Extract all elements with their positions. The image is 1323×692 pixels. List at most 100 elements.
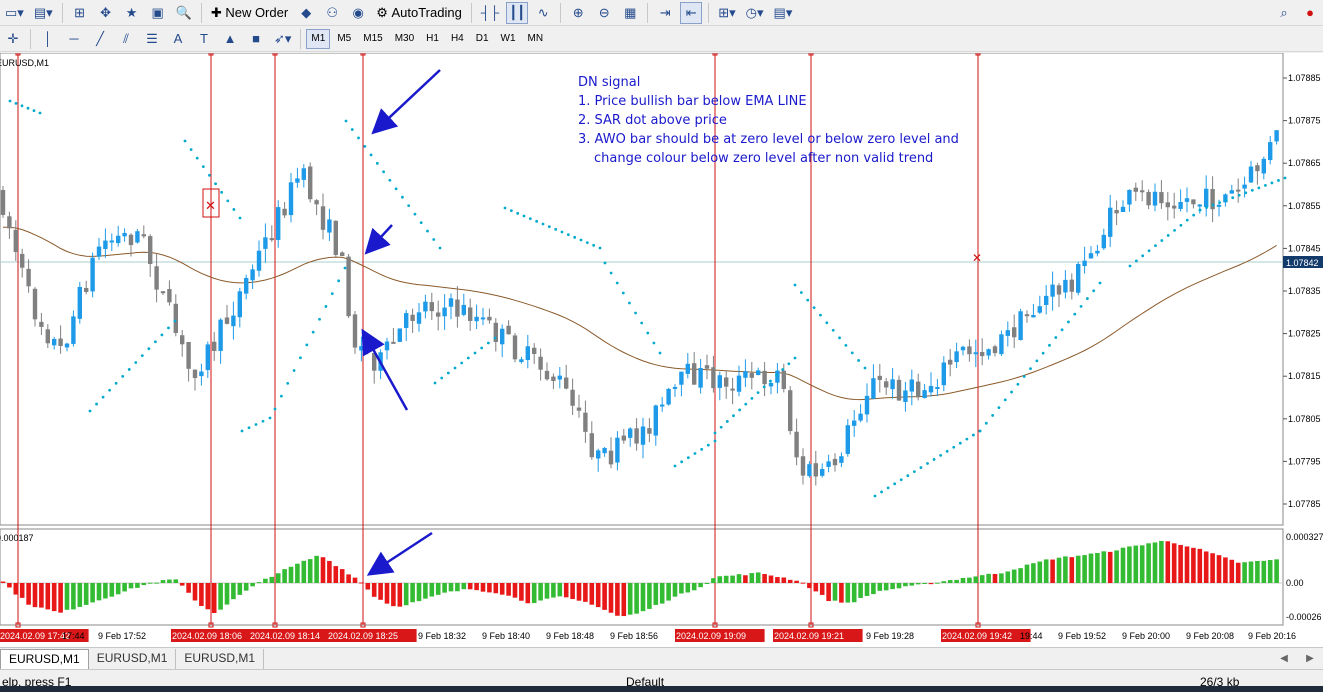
- chart-window[interactable]: ✕ ✕ 1.07885 1.07875 1.07865 1.07855 1.07845 1.…: [0, 53, 1323, 647]
- candle-body: [288, 182, 294, 216]
- arrows-icon[interactable]: ➶▾: [271, 28, 294, 50]
- timeframe-m15[interactable]: M15: [358, 29, 387, 49]
- scroll-right-icon[interactable]: ▶: [1299, 647, 1321, 669]
- timeframe-h4[interactable]: H4: [446, 29, 469, 49]
- awo-bar: [973, 576, 979, 583]
- sar-dot: [1022, 375, 1026, 378]
- timeframe-m5[interactable]: M5: [332, 29, 356, 49]
- candle-body: [596, 450, 601, 459]
- awo-bar: [1056, 557, 1062, 583]
- rectangle-icon[interactable]: ■: [245, 28, 267, 50]
- text-label-icon[interactable]: T: [193, 28, 215, 50]
- sar-dot: [438, 246, 442, 250]
- candle-body: [858, 413, 863, 421]
- new-chart-icon[interactable]: ▭▾: [2, 2, 27, 24]
- separator: [647, 2, 649, 23]
- sar-dot: [603, 261, 607, 265]
- text-icon[interactable]: A: [167, 28, 189, 50]
- awo-bar: [160, 580, 166, 583]
- chart-tab[interactable]: EURUSD,M1: [89, 649, 177, 669]
- chart-tab[interactable]: EURUSD,M1: [176, 649, 265, 669]
- equidistant-channel-icon[interactable]: ⫽: [115, 28, 137, 50]
- templates-icon[interactable]: ▤▾: [771, 2, 796, 24]
- sar-dot: [1179, 223, 1183, 227]
- candle-body: [186, 341, 191, 369]
- sar-dot: [945, 449, 949, 453]
- navigator-icon[interactable]: ★: [121, 2, 143, 24]
- awo-bar: [103, 583, 108, 599]
- metaeditor-icon[interactable]: ◆: [295, 2, 317, 24]
- sar-dot: [952, 445, 956, 449]
- candle-body: [1184, 198, 1190, 202]
- trendline-icon[interactable]: ╱: [89, 28, 111, 50]
- timeframe-w1[interactable]: W1: [496, 29, 521, 49]
- chart-tab[interactable]: EURUSD,M1: [0, 649, 89, 669]
- indicators-icon[interactable]: ⊞▾: [715, 2, 738, 24]
- sar-dot: [121, 374, 125, 378]
- timeframe-m30[interactable]: M30: [390, 29, 419, 49]
- candle-body: [77, 286, 82, 319]
- notification-icon[interactable]: ●: [1299, 2, 1321, 24]
- awo-bar: [903, 583, 908, 587]
- candle-body: [282, 208, 287, 216]
- candle-body: [448, 298, 454, 307]
- profiles-icon[interactable]: ▤▾: [31, 2, 56, 24]
- sar-dot: [991, 414, 995, 417]
- zoom-in-icon[interactable]: ⊕: [567, 2, 589, 24]
- sar-dot: [88, 409, 92, 413]
- autotrading-button[interactable]: ⚙ AutoTrading: [373, 2, 465, 24]
- terminal-icon[interactable]: ▣: [147, 2, 169, 24]
- sar-dot: [426, 229, 429, 233]
- awo-bar: [653, 583, 659, 605]
- awo-bar: [602, 583, 607, 610]
- candle-body: [704, 365, 710, 369]
- vertical-line-icon[interactable]: │: [37, 28, 59, 50]
- candle-body: [1012, 327, 1017, 338]
- awo-bar: [435, 583, 441, 595]
- candle-body: [1108, 207, 1113, 237]
- sar-dot: [318, 317, 321, 321]
- bar-chart-icon[interactable]: ┤├: [478, 2, 502, 24]
- sar-dot: [240, 429, 244, 433]
- search-icon[interactable]: ⌕: [1273, 2, 1295, 24]
- awo-bar: [1031, 563, 1036, 583]
- timeframe-m1[interactable]: M1: [306, 28, 331, 49]
- awo-bar: [397, 583, 403, 607]
- price-label: 1.07865: [1288, 158, 1321, 168]
- timeframe-d1[interactable]: D1: [471, 29, 494, 49]
- zoom-out-icon[interactable]: ⊖: [593, 2, 615, 24]
- candle-body: [775, 370, 780, 383]
- sar-dot: [640, 321, 644, 325]
- sar-dot: [554, 227, 558, 231]
- timeframe-h1[interactable]: H1: [421, 29, 444, 49]
- awo-bar: [365, 583, 371, 590]
- awo-bar: [1248, 561, 1254, 583]
- timeframe-mn[interactable]: MN: [523, 29, 549, 49]
- new-order-button[interactable]: ✚ New Order: [208, 2, 291, 24]
- candlestick-icon[interactable]: ┃┃: [506, 1, 529, 24]
- sar-dot: [140, 354, 144, 358]
- fibonacci-icon[interactable]: ☰: [141, 28, 163, 50]
- tile-windows-icon[interactable]: ▦: [619, 2, 641, 24]
- horizontal-line-icon[interactable]: ─: [63, 28, 85, 50]
- line-chart-icon[interactable]: ∿: [532, 2, 554, 24]
- scroll-left-icon[interactable]: ◀: [1273, 647, 1295, 669]
- signals-icon[interactable]: ◉: [347, 2, 369, 24]
- crosshair-icon[interactable]: ✛: [2, 28, 24, 50]
- market-watch-icon[interactable]: ⊞: [69, 2, 91, 24]
- mql5-market-icon[interactable]: ⚇: [321, 2, 343, 24]
- awo-bar: [480, 583, 486, 592]
- sar-dot: [357, 136, 360, 140]
- triangle-icon[interactable]: ▲: [219, 28, 241, 50]
- periods-icon[interactable]: ◷▾: [743, 2, 767, 24]
- chart-shift-icon[interactable]: ⇤: [680, 1, 703, 24]
- candle-body: [692, 363, 697, 385]
- candle-body: [628, 428, 633, 438]
- candle-body: [135, 231, 140, 243]
- candle-body: [967, 346, 972, 355]
- data-window-icon[interactable]: ✥: [95, 2, 117, 24]
- awo-bar: [1274, 559, 1279, 583]
- strategy-tester-icon[interactable]: 🔍: [173, 2, 195, 24]
- candle-body: [832, 458, 838, 466]
- auto-scroll-icon[interactable]: ⇥: [654, 2, 676, 24]
